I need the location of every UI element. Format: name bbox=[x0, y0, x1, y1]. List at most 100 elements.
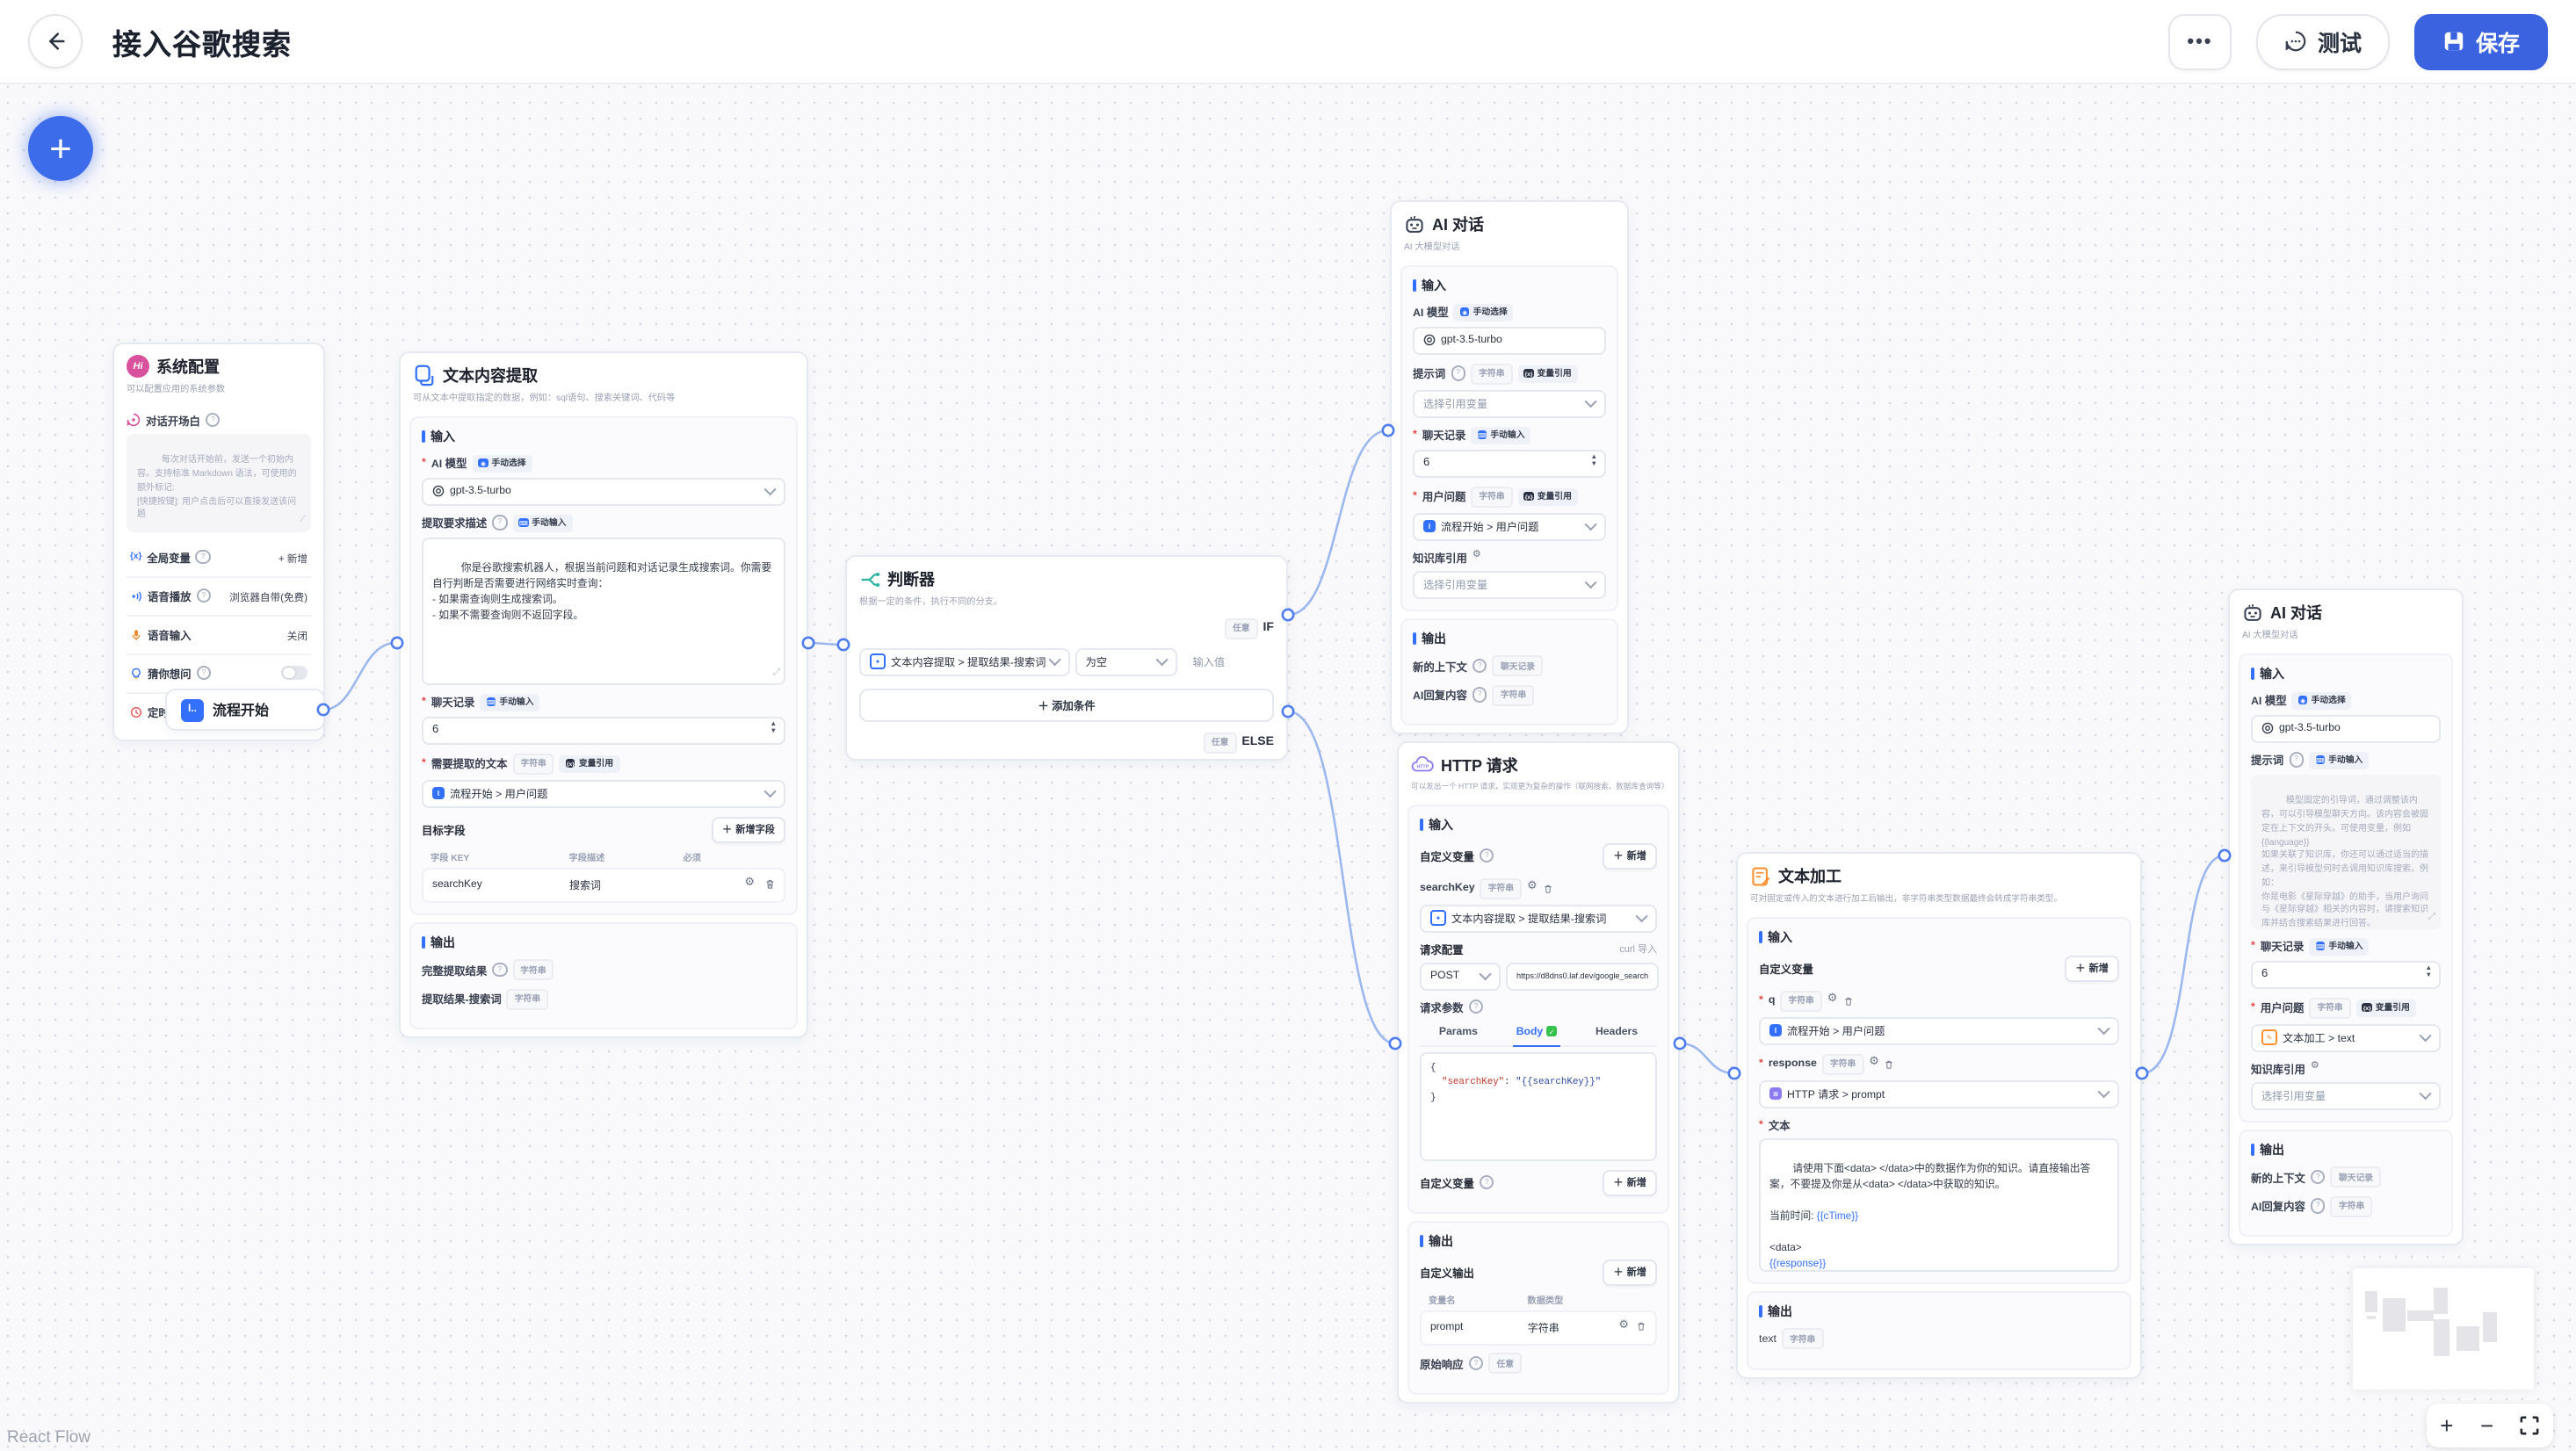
help-icon[interactable]: ? bbox=[492, 516, 507, 531]
history-count-input[interactable]: 6 ▲▼ bbox=[2251, 960, 2441, 988]
help-icon[interactable]: ? bbox=[2289, 753, 2304, 768]
var-ref-badge[interactable]: {x}变量引用 bbox=[560, 754, 619, 772]
help-icon[interactable]: ? bbox=[196, 550, 211, 565]
node-system-config[interactable]: Hi 系统配置 可以配置应用的系统参数 对话开场白 ? 每次对话开始前，发送一个… bbox=[112, 343, 325, 740]
stepper-arrows[interactable]: ▲▼ bbox=[1590, 452, 1597, 470]
history-count-input[interactable]: 6 ▲▼ bbox=[1413, 449, 1606, 477]
row-value[interactable]: 浏览器自带(免费) bbox=[229, 588, 308, 603]
kb-settings-icon[interactable]: ⚙ bbox=[2311, 1064, 2319, 1073]
model-select[interactable]: gpt-3.5-turbo bbox=[2251, 714, 2441, 742]
prompt-textarea[interactable]: 模型固定的引导词，通过调整该内容，可以引导模型聊天方向。该内容会被固定在上下文的… bbox=[2251, 774, 2441, 928]
manual-input-badge[interactable]: ⌨手动输入 bbox=[2309, 751, 2369, 769]
var-ref-badge[interactable]: {x}变量引用 bbox=[1518, 365, 1578, 382]
node-text-edit[interactable]: 文本加工 可对固定或传入的文本进行加工后输出，非字符串类型数据最终会转成字符串类… bbox=[1736, 852, 2142, 1378]
gear-icon[interactable]: ⚙ bbox=[1827, 995, 1838, 1007]
gear-icon[interactable]: ⚙ bbox=[1618, 1322, 1629, 1333]
help-icon[interactable]: ? bbox=[2311, 1170, 2326, 1185]
minimap[interactable] bbox=[2353, 1268, 2534, 1390]
manual-input-badge[interactable]: ⌨手动输入 bbox=[2309, 937, 2369, 955]
node-classifier[interactable]: 判断器 根据一定的条件，执行不同的分支。 任意 IF ✦ 文本内容提取 > 提取… bbox=[845, 555, 1288, 760]
help-icon[interactable]: ? bbox=[1451, 366, 1465, 381]
help-icon[interactable]: ? bbox=[197, 666, 212, 681]
var-value-select[interactable]: ≋ HTTP 请求 > prompt bbox=[1759, 1079, 2119, 1108]
history-count-input[interactable]: 6 ▲▼ bbox=[422, 716, 785, 744]
tab-body[interactable]: Body✓ bbox=[1513, 1020, 1560, 1046]
expand-icon[interactable]: ⤢ bbox=[773, 668, 780, 682]
stepper-arrows[interactable]: ▲▼ bbox=[2425, 964, 2432, 981]
trash-icon[interactable] bbox=[1636, 1322, 1646, 1332]
add-variable-button[interactable]: ＋ 新增 bbox=[1603, 1169, 1657, 1195]
trash-icon[interactable] bbox=[763, 879, 775, 891]
node-http-request[interactable]: HTTP HTTP 请求 可以发出一个 HTTP 请求，实现更为复杂的操作（联网… bbox=[1397, 741, 1680, 1403]
body-code-editor[interactable]: { "searchKey": "{{searchKey}}" } bbox=[1420, 1051, 1657, 1160]
question-select[interactable]: I 流程开始 > 用户问题 bbox=[1413, 512, 1606, 540]
question-select[interactable]: ✎ 文本加工 > text bbox=[2251, 1023, 2441, 1051]
kb-settings-icon[interactable]: ⚙ bbox=[1473, 552, 1481, 562]
row-guess-question[interactable]: 猜你想问 ? bbox=[127, 653, 311, 691]
expand-icon[interactable]: ⤢ bbox=[2428, 912, 2435, 926]
text-template-editor[interactable]: 请使用下面<data> </data>中的数据作为你的知识。请直接输出答案，不要… bbox=[1759, 1137, 2119, 1271]
stepper-arrows[interactable]: ▲▼ bbox=[770, 719, 777, 737]
help-icon[interactable]: ? bbox=[1469, 1000, 1484, 1014]
trash-icon[interactable] bbox=[1885, 1058, 1895, 1069]
var-value-select[interactable]: I 流程开始 > 用户问题 bbox=[1759, 1016, 2119, 1044]
kb-select[interactable]: 选择引用变量 bbox=[1413, 570, 1606, 598]
more-menu-button[interactable]: ••• bbox=[2168, 13, 2232, 69]
manual-input-badge[interactable]: ⌨手动输入 bbox=[480, 693, 539, 711]
gear-icon[interactable]: ⚙ bbox=[1869, 1058, 1879, 1070]
manual-input-badge[interactable]: ⌨手动输入 bbox=[512, 514, 572, 531]
help-icon[interactable]: ? bbox=[1473, 688, 1487, 703]
help-icon[interactable]: ? bbox=[1480, 848, 1494, 863]
trash-icon[interactable] bbox=[1543, 883, 1553, 893]
back-button[interactable] bbox=[28, 14, 83, 69]
help-icon[interactable]: ? bbox=[197, 588, 212, 603]
help-icon[interactable]: ? bbox=[2311, 1199, 2326, 1214]
add-variable-button[interactable]: ＋ 新增 bbox=[1603, 842, 1657, 869]
resize-handle[interactable]: ⟋ bbox=[300, 515, 306, 529]
node-text-extract[interactable]: 文本内容提取 可从文本中提取指定的数据，例如：sql语句、搜索关键词、代码等 输… bbox=[399, 351, 808, 1038]
row-tts[interactable]: 语音播放 ? 浏览器自带(免费) bbox=[127, 575, 311, 614]
condition-variable-select[interactable]: ✦ 文本内容提取 > 提取结果-搜索词 bbox=[859, 647, 1070, 675]
node-flow-start[interactable]: I.. 流程开始 bbox=[165, 689, 325, 731]
row-value[interactable]: 关闭 bbox=[287, 626, 308, 642]
add-variable-button[interactable]: ＋ 新增 bbox=[2065, 955, 2119, 981]
test-button[interactable]: 测试 bbox=[2256, 13, 2390, 69]
flow-canvas[interactable]: + Hi 系统配置 可以配置应用的系统参数 对话开场白 ? bbox=[0, 0, 2576, 1451]
tab-headers[interactable]: Headers bbox=[1592, 1020, 1641, 1044]
save-button[interactable]: 保存 bbox=[2414, 13, 2548, 69]
condition-value-input[interactable]: 输入值 bbox=[1183, 647, 1274, 675]
zoom-in-button[interactable]: + bbox=[2440, 1414, 2453, 1437]
row-value[interactable]: + 新增 bbox=[279, 549, 308, 565]
zoom-out-button[interactable]: − bbox=[2480, 1414, 2493, 1437]
model-select[interactable]: gpt-3.5-turbo bbox=[422, 477, 785, 505]
manual-select-badge[interactable]: ◉手动选择 bbox=[2292, 691, 2352, 709]
trash-icon[interactable] bbox=[1842, 995, 1853, 1006]
help-icon[interactable]: ? bbox=[206, 413, 221, 428]
fullscreen-button[interactable] bbox=[2521, 1416, 2540, 1435]
curl-import-button[interactable]: curl 导入 bbox=[1619, 942, 1657, 956]
prompt-select[interactable]: 选择引用变量 bbox=[1413, 389, 1606, 417]
help-icon[interactable]: ? bbox=[1473, 659, 1487, 674]
gear-icon[interactable]: ⚙ bbox=[744, 879, 755, 891]
row-global-variables[interactable]: {x} 全局变量 ? + 新增 bbox=[127, 538, 311, 575]
var-ref-badge[interactable]: {x}变量引用 bbox=[2356, 999, 2416, 1016]
add-condition-button[interactable]: ＋ 添加条件 bbox=[859, 688, 1274, 721]
guess-question-toggle[interactable] bbox=[281, 666, 308, 681]
var-ref-badge[interactable]: {x}变量引用 bbox=[1518, 487, 1578, 505]
node-ai-chat-1[interactable]: AI 对话 AI 大模型对话 输入 AI 模型 ◉手动选择 gpt-3.5-tu… bbox=[1390, 200, 1629, 734]
manual-input-badge[interactable]: ⌨手动输入 bbox=[1471, 426, 1530, 444]
manual-select-badge[interactable]: ◉手动选择 bbox=[472, 454, 532, 472]
manual-select-badge[interactable]: ◉手动选择 bbox=[1454, 303, 1514, 321]
source-select[interactable]: I 流程开始 > 用户问题 bbox=[422, 779, 785, 807]
welcome-textarea[interactable]: 每次对话开始前，发送一个初始内容。支持标准 Markdown 语法，可使用的额外… bbox=[127, 433, 311, 531]
condition-op-select[interactable]: 为空 bbox=[1075, 647, 1177, 675]
add-node-button[interactable]: + bbox=[28, 116, 93, 181]
add-output-button[interactable]: ＋ 新增 bbox=[1603, 1259, 1657, 1285]
url-input[interactable]: https://d8dns0.laf.dev/google_search bbox=[1506, 962, 1659, 990]
node-ai-chat-2[interactable]: AI 对话 AI 大模型对话 输入 AI 模型 ◉手动选择 gpt-3.5-tu… bbox=[2228, 588, 2464, 1245]
model-select[interactable]: gpt-3.5-turbo bbox=[1413, 326, 1606, 354]
var-value-select[interactable]: ✦ 文本内容提取 > 提取结果-搜索词 bbox=[1420, 904, 1657, 932]
tab-params[interactable]: Params bbox=[1436, 1020, 1481, 1044]
help-icon[interactable]: ? bbox=[1469, 1356, 1484, 1371]
help-icon[interactable]: ? bbox=[492, 963, 507, 978]
